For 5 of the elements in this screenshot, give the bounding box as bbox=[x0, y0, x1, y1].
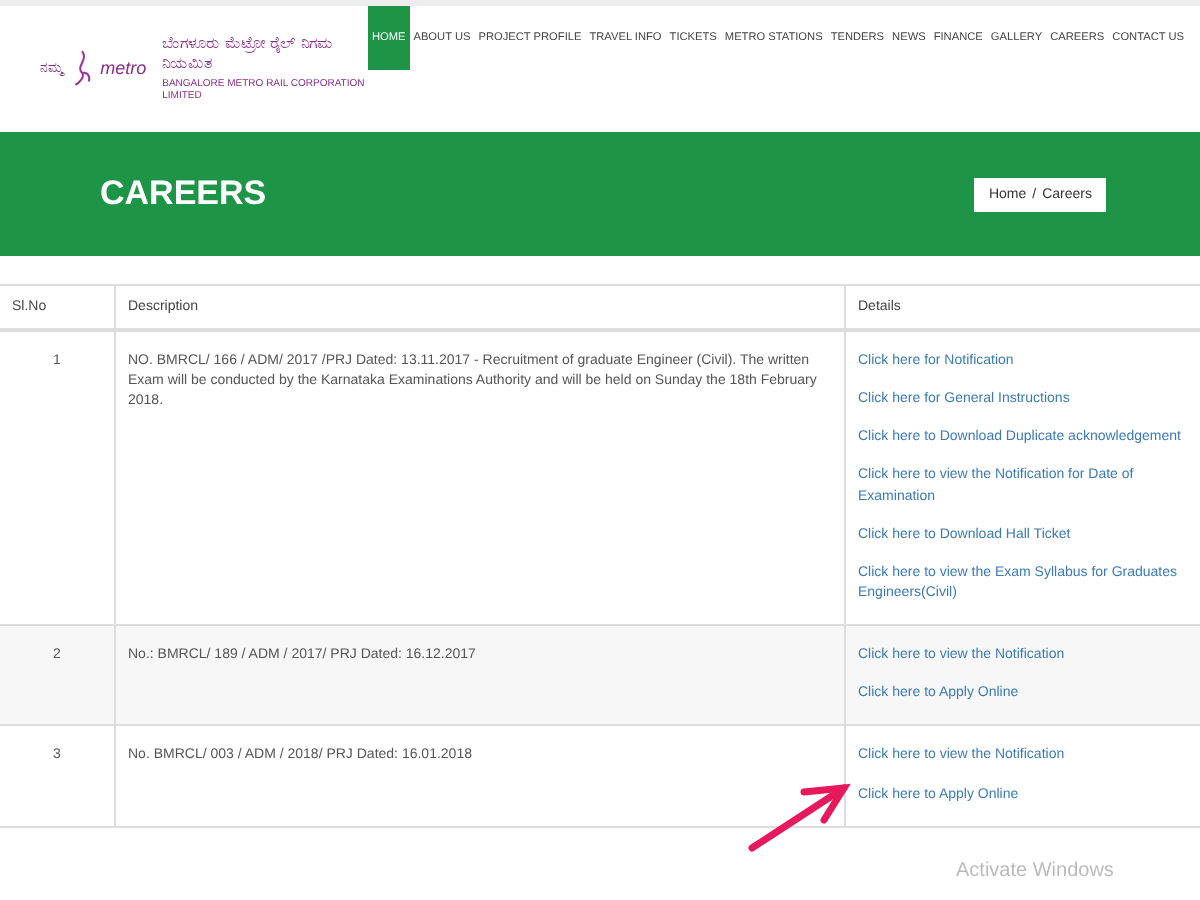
activation-notice: Activate Windows bbox=[956, 860, 1114, 882]
logo-brand-text: metro bbox=[100, 58, 147, 78]
page-title: CAREERS bbox=[100, 174, 267, 214]
logo-swirl-icon bbox=[72, 46, 93, 90]
company-name-kannada: ಬೆಂಗಳೂರು ಮೆಟ್ರೋ ರೈಲ್ ನಿಗಮ ನಿಯಮಿತ bbox=[162, 34, 336, 74]
